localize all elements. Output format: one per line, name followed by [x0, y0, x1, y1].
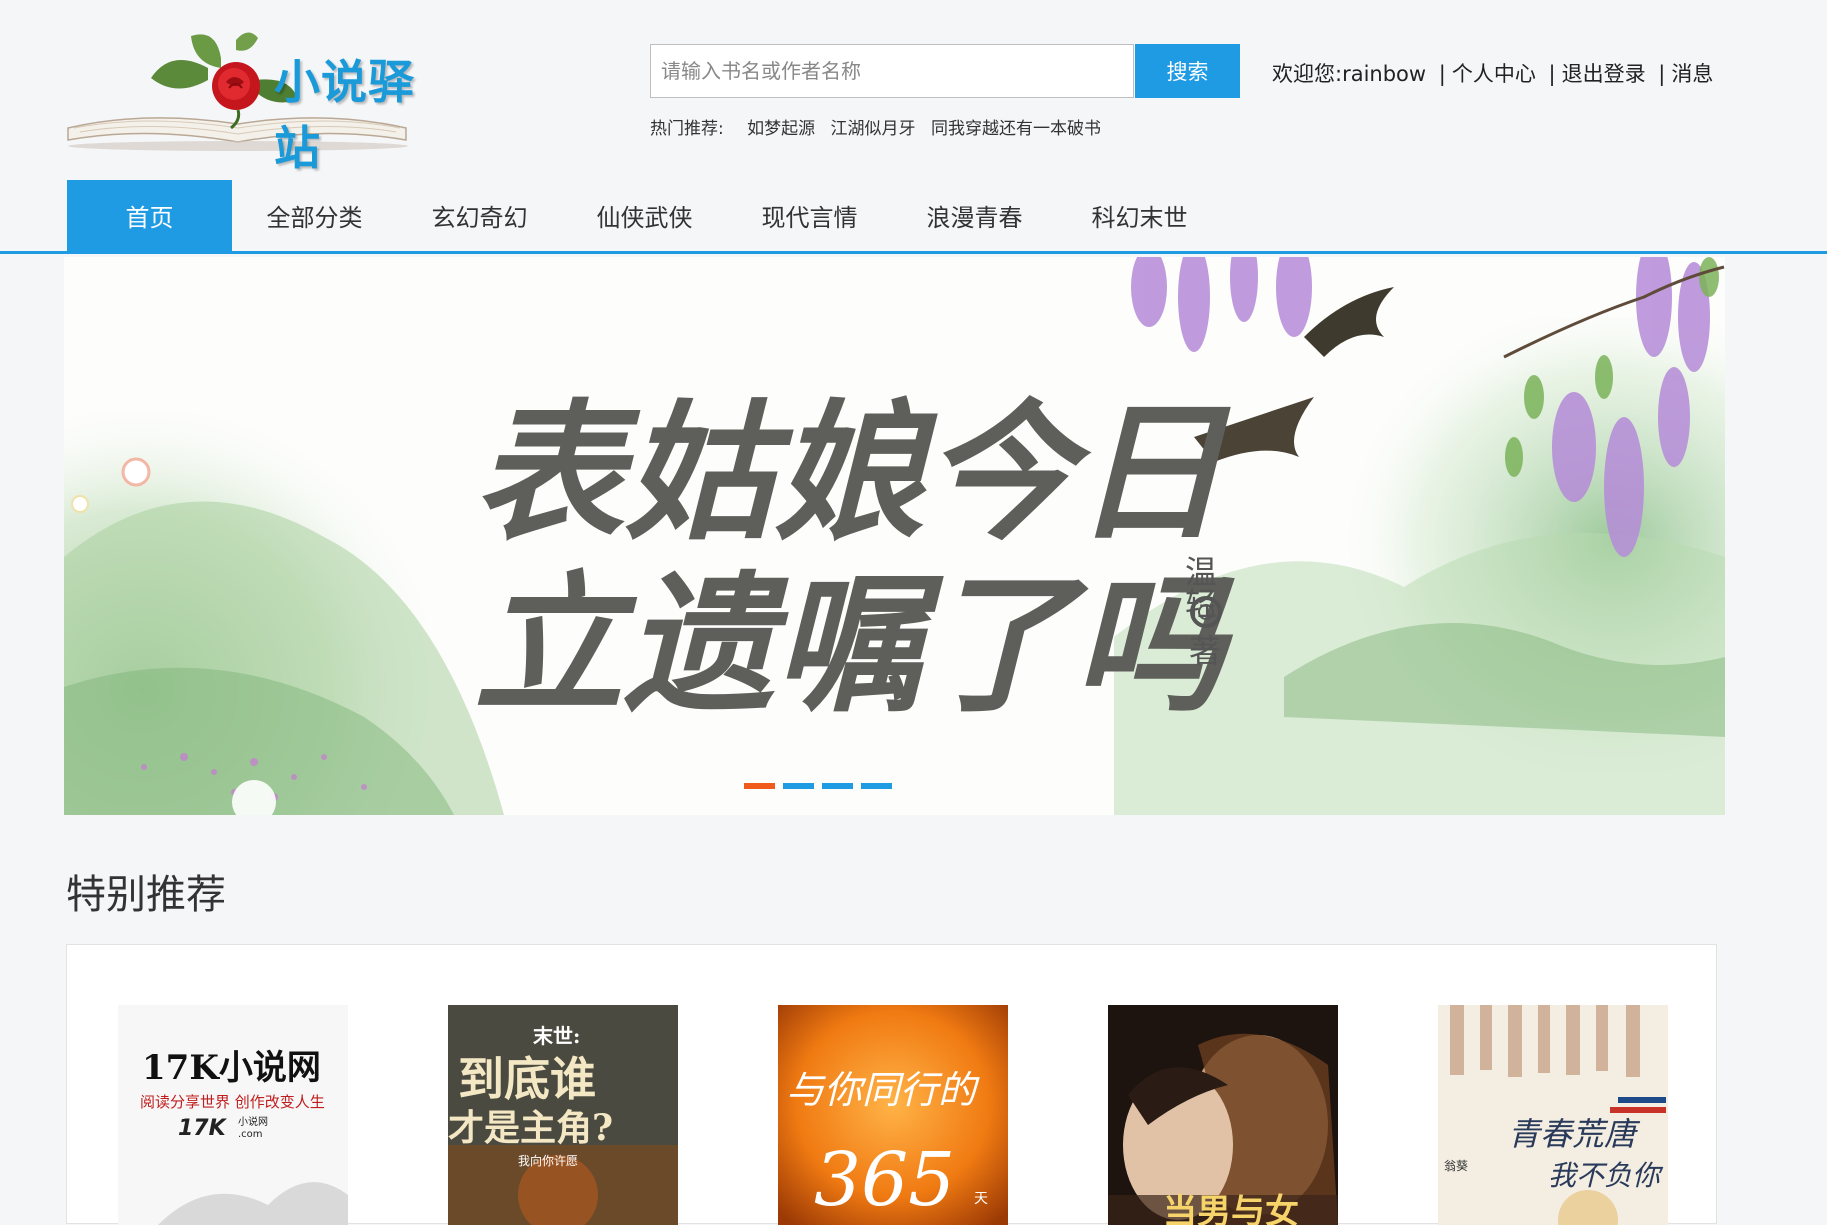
- banner-illustration: 表姑娘今日 立遗嘱了吗 温轻 著: [64, 257, 1725, 815]
- cover-title-1: 青春荒唐: [1508, 1115, 1641, 1153]
- cover-author: 翁葵: [1444, 1159, 1468, 1173]
- banner-title-line2: 立遗嘱了吗: [474, 557, 1235, 733]
- separator: |: [1438, 62, 1446, 86]
- carousel-dot-4[interactable]: [861, 783, 892, 789]
- book-card-3[interactable]: 与你同行的 365 天: [778, 1005, 1008, 1225]
- cover-logo: 17K: [178, 1116, 228, 1141]
- welcome-label: 欢迎您:: [1272, 62, 1343, 86]
- book-cover-4: 当男与女: [1108, 1005, 1338, 1225]
- cover-title-2: 我不负你: [1548, 1159, 1664, 1192]
- cover-title-1: 到底谁: [458, 1052, 596, 1106]
- section-title: 特别推荐: [66, 872, 226, 918]
- main-nav: 首页 全部分类 玄幻奇幻 仙侠武侠 现代言情 浪漫青春 科幻末世: [0, 180, 1827, 254]
- banner-title-line1: 表姑娘今日: [474, 385, 1231, 561]
- search-button[interactable]: 搜索: [1135, 44, 1240, 98]
- logout-link[interactable]: 退出登录: [1562, 62, 1646, 86]
- book-cover-2: 末世: 到底谁 才是主角? 我向你许愿: [448, 1005, 678, 1225]
- cover-logo-sub: 小说网: [238, 1115, 268, 1128]
- search-input[interactable]: [650, 44, 1134, 98]
- cover-title-2: 才是主角?: [448, 1107, 613, 1149]
- nav-item-home[interactable]: 首页: [67, 180, 232, 254]
- messages-link[interactable]: 消息: [1671, 62, 1713, 86]
- cover-logo-dom: .com: [238, 1129, 263, 1140]
- nav-item-xianxia[interactable]: 仙侠武侠: [562, 180, 727, 254]
- hot-recommendations: 热门推荐: 如梦起源 江湖似月牙 同我穿越还有一本破书: [650, 114, 1111, 139]
- carousel-dot-2[interactable]: [783, 783, 814, 789]
- cover-title-1: 与你同行的: [786, 1068, 980, 1112]
- site-logo[interactable]: 小说驿站: [66, 28, 416, 175]
- book-card-1[interactable]: 17K小说网 阅读分享世界 创作改变人生 17K 小说网 .com: [118, 1005, 348, 1225]
- profile-link[interactable]: 个人中心: [1452, 62, 1536, 86]
- nav-item-fantasy[interactable]: 玄幻奇幻: [397, 180, 562, 254]
- separator: |: [1658, 62, 1666, 86]
- hot-link-3[interactable]: 同我穿越还有一本破书: [931, 119, 1101, 139]
- book-cover-3: 与你同行的 365 天: [778, 1005, 1008, 1225]
- book-cover-5: 青春荒唐 我不负你 翁葵: [1438, 1005, 1668, 1225]
- hot-label: 热门推荐:: [650, 119, 724, 139]
- book-cover-1: 17K小说网 阅读分享世界 创作改变人生 17K 小说网 .com: [118, 1005, 348, 1225]
- cover-tag: 末世:: [533, 1024, 580, 1048]
- cover-author: 我向你许愿: [518, 1153, 578, 1168]
- nav-item-modern-romance[interactable]: 现代言情: [727, 180, 892, 254]
- hot-link-2[interactable]: 江湖似月牙: [831, 119, 916, 139]
- separator: |: [1548, 62, 1556, 86]
- cover-title: 17K小说网: [142, 1048, 321, 1088]
- recommend-box: 17K小说网 阅读分享世界 创作改变人生 17K 小说网 .com 末世: 到底…: [66, 944, 1717, 1225]
- nav-item-scifi[interactable]: 科幻末世: [1057, 180, 1222, 254]
- banner-author-suffix: 著: [1189, 632, 1221, 670]
- username[interactable]: rainbow: [1342, 62, 1426, 86]
- site-name: 小说驿站: [274, 55, 415, 175]
- cover-title-2: 365: [814, 1137, 955, 1223]
- nav-item-youth-romance[interactable]: 浪漫青春: [892, 180, 1057, 254]
- cover-title: 当男与女: [1163, 1192, 1299, 1225]
- carousel-dot-1[interactable]: [744, 783, 775, 789]
- carousel-dot-3[interactable]: [822, 783, 853, 789]
- banner-carousel[interactable]: 表姑娘今日 立遗嘱了吗 温轻 著: [64, 257, 1725, 815]
- hot-link-1[interactable]: 如梦起源: [747, 119, 815, 139]
- book-card-4[interactable]: 当男与女: [1108, 1005, 1338, 1225]
- cover-subtitle: 阅读分享世界 创作改变人生: [140, 1093, 325, 1111]
- nav-item-all-categories[interactable]: 全部分类: [232, 180, 397, 254]
- book-card-2[interactable]: 末世: 到底谁 才是主角? 我向你许愿: [448, 1005, 678, 1225]
- book-card-5[interactable]: 青春荒唐 我不负你 翁葵: [1438, 1005, 1668, 1225]
- header: 小说驿站 搜索 热门推荐: 如梦起源 江湖似月牙 同我穿越还有一本破书 欢迎您:…: [0, 0, 1827, 180]
- cover-unit: 天: [974, 1191, 988, 1207]
- user-bar: 欢迎您:rainbow | 个人中心 | 退出登录 | 消息: [1272, 58, 1713, 88]
